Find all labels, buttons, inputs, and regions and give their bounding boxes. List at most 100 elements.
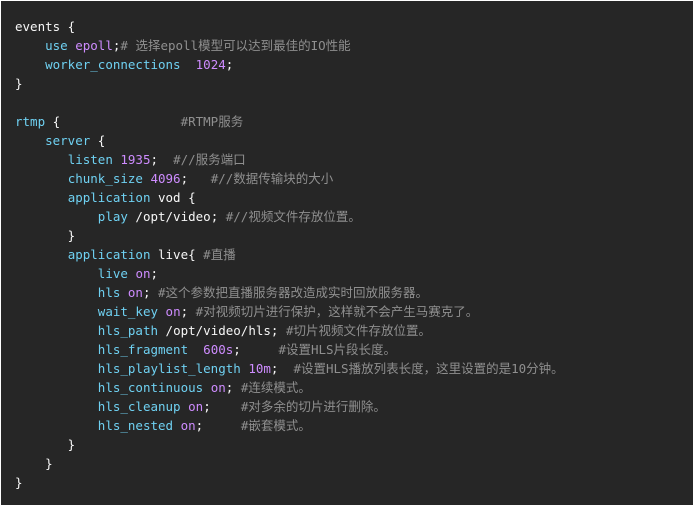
code-text: } bbox=[15, 437, 76, 452]
code-text: ; bbox=[180, 171, 211, 186]
code-text: { bbox=[90, 133, 106, 148]
code-text: } bbox=[15, 475, 23, 490]
code-value: 4096 bbox=[150, 171, 181, 186]
code-comment: #连续模式。 bbox=[240, 380, 311, 395]
code-line: } bbox=[15, 454, 564, 473]
code-value: 1024 bbox=[195, 57, 226, 72]
code-line: hls_fragment 600s; #设置HLS片段长度。 bbox=[15, 340, 564, 359]
code-line: events { bbox=[15, 17, 564, 36]
code-directive: hls_nested bbox=[97, 418, 174, 433]
code-comment: #//数据传输块的大小 bbox=[210, 171, 334, 186]
code-line: wait_key on; #对视频切片进行保护，这样就不会产生马赛克了。 bbox=[15, 302, 564, 321]
code-text: ; bbox=[270, 361, 294, 376]
code-line: chunk_size 4096; #//数据传输块的大小 bbox=[15, 169, 564, 188]
code-text: ; bbox=[142, 285, 159, 300]
code-line: } bbox=[15, 435, 564, 454]
code-directive: hls_fragment bbox=[97, 342, 189, 357]
code-line: } bbox=[15, 473, 564, 492]
code-directive: rtmp bbox=[15, 114, 46, 129]
code-text: } bbox=[15, 76, 23, 91]
code-comment: #直播 bbox=[203, 247, 236, 262]
code-line: use epoll;# 选择epoll模型可以达到最佳的IO性能 bbox=[15, 36, 564, 55]
code-directive: hls_path bbox=[97, 323, 159, 338]
code-directive: chunk_size bbox=[67, 171, 143, 186]
code-text: ; bbox=[180, 304, 196, 319]
code-text: vod { bbox=[150, 190, 196, 205]
code-value: on bbox=[135, 266, 151, 281]
code-text: ; bbox=[233, 342, 279, 357]
code-line: hls_path /opt/video/hls; #切片视频文件存放位置。 bbox=[15, 321, 564, 340]
code-text: /opt/video; bbox=[127, 209, 226, 224]
code-line: play /opt/video; #//视频文件存放位置。 bbox=[15, 207, 564, 226]
code-value: 1935 bbox=[120, 152, 151, 167]
code-comment: #//视频文件存放位置。 bbox=[225, 209, 361, 224]
code-comment: #嵌套模式。 bbox=[240, 418, 311, 433]
code-text: ; bbox=[150, 266, 159, 281]
code-text: } bbox=[15, 228, 76, 243]
code-directive: wait_key bbox=[97, 304, 159, 319]
code-value: epoll bbox=[75, 38, 113, 53]
code-directive: hls_continuous bbox=[97, 380, 204, 395]
code-value: on bbox=[127, 285, 143, 300]
code-block[interactable]: events { use epoll;# 选择epoll模型可以达到最佳的IO性… bbox=[1, 1, 693, 505]
code-line: hls on; #这个参数把直播服务器改造成实时回放服务器。 bbox=[15, 283, 564, 302]
code-text: /opt/video/hls; bbox=[158, 323, 286, 338]
code-line: } bbox=[15, 226, 564, 245]
code-directive: server bbox=[45, 133, 91, 148]
page: events { use epoll;# 选择epoll模型可以达到最佳的IO性… bbox=[0, 0, 694, 506]
code-line: rtmp { #RTMP服务 bbox=[15, 112, 564, 131]
code-value: on bbox=[188, 399, 204, 414]
code-line: application live{ #直播 bbox=[15, 245, 564, 264]
code-line: hls_playlist_length 10m; #设置HLS播放列表长度，这里… bbox=[15, 359, 564, 378]
code-text: } bbox=[15, 456, 53, 471]
code-comment: #设置HLS片段长度。 bbox=[278, 342, 397, 357]
code-comment: #RTMP服务 bbox=[180, 114, 244, 129]
code-value: on bbox=[180, 418, 196, 433]
code-directive: application bbox=[67, 190, 151, 205]
code-directive: worker_connections bbox=[45, 57, 181, 72]
code-text: live{ bbox=[150, 247, 204, 262]
code-text: ; bbox=[225, 380, 241, 395]
code-value: on bbox=[165, 304, 181, 319]
code-text: ; bbox=[203, 399, 241, 414]
code-value: 600s bbox=[203, 342, 234, 357]
code-line: hls_cleanup on; #对多余的切片进行删除。 bbox=[15, 397, 564, 416]
code-line: application vod { bbox=[15, 188, 564, 207]
code-directive: hls_cleanup bbox=[97, 399, 181, 414]
code-comment: #切片视频文件存放位置。 bbox=[285, 323, 431, 338]
code-comment: #对视频切片进行保护，这样就不会产生马赛克了。 bbox=[195, 304, 479, 319]
code-line: } bbox=[15, 74, 564, 93]
code-content: events { use epoll;# 选择epoll模型可以达到最佳的IO性… bbox=[15, 17, 564, 492]
code-line: worker_connections 1024; bbox=[15, 55, 564, 74]
code-line: hls_nested on; #嵌套模式。 bbox=[15, 416, 564, 435]
code-comment: # 选择epoll模型可以达到最佳的IO性能 bbox=[120, 38, 351, 53]
code-line: live on; bbox=[15, 264, 564, 283]
code-comment: #对多余的切片进行删除。 bbox=[240, 399, 386, 414]
code-comment: #//服务端口 bbox=[173, 152, 246, 167]
code-directive: play bbox=[97, 209, 128, 224]
code-directive: listen bbox=[67, 152, 113, 167]
code-directive: hls bbox=[97, 285, 121, 300]
code-line: listen 1935; #//服务端口 bbox=[15, 150, 564, 169]
